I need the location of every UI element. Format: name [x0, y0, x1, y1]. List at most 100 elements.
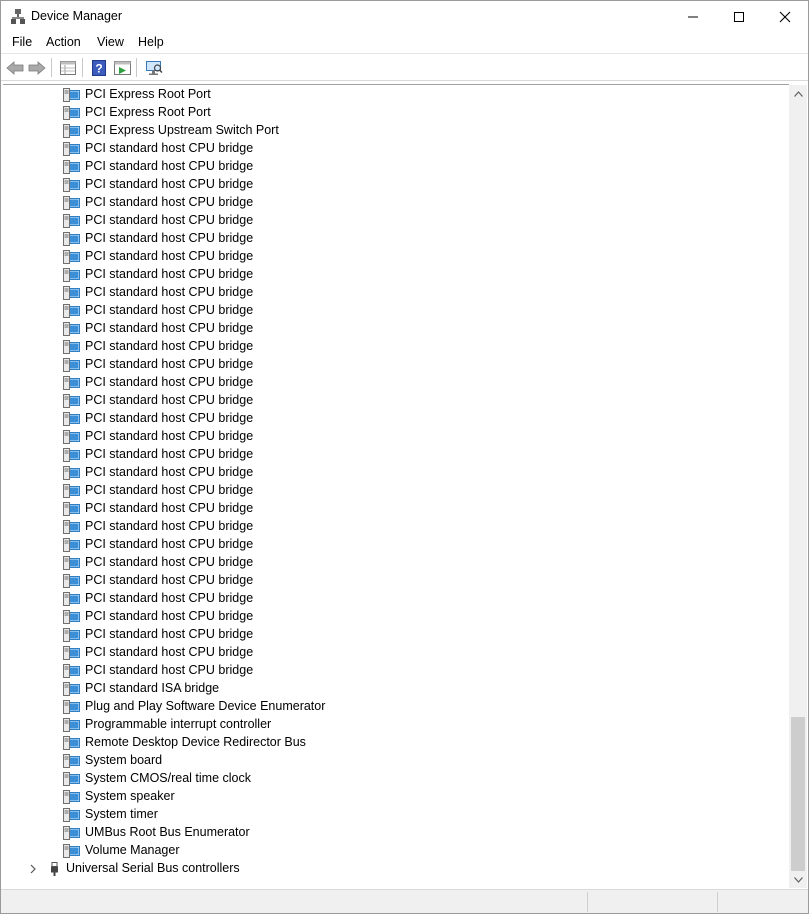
- device-label: PCI standard host CPU bridge: [85, 159, 254, 173]
- device-row[interactable]: PCI standard host CPU bridge: [3, 140, 789, 158]
- device-tree[interactable]: PCI Express Root Port PCI Express Root Po…: [3, 84, 789, 888]
- system-device-icon: [63, 772, 80, 786]
- system-device-icon: [63, 646, 80, 660]
- device-manager-window: Device Manager File Action View Help ? P…: [0, 0, 809, 914]
- device-row[interactable]: PCI standard host CPU bridge: [3, 626, 789, 644]
- device-row[interactable]: Programmable interrupt controller: [3, 716, 789, 734]
- status-bar: [1, 889, 808, 913]
- properties-button[interactable]: [58, 58, 78, 77]
- system-device-icon: [63, 214, 80, 228]
- device-row[interactable]: PCI standard host CPU bridge: [3, 518, 789, 536]
- category-row-usb-controllers[interactable]: Universal Serial Bus controllers: [3, 860, 789, 878]
- system-device-icon: [63, 790, 80, 804]
- chevron-right-icon[interactable]: [28, 863, 38, 875]
- device-label: PCI standard host CPU bridge: [85, 591, 254, 605]
- system-device-icon: [63, 574, 80, 588]
- close-button[interactable]: [762, 1, 808, 32]
- toolbar-separator: [51, 58, 52, 77]
- svg-text:?: ?: [95, 61, 102, 75]
- system-device-icon: [63, 286, 80, 300]
- device-row[interactable]: PCI standard host CPU bridge: [3, 338, 789, 356]
- device-label: PCI standard host CPU bridge: [85, 627, 254, 641]
- device-row[interactable]: System CMOS/real time clock: [3, 770, 789, 788]
- device-label: Volume Manager: [85, 843, 180, 857]
- device-row[interactable]: PCI standard host CPU bridge: [3, 482, 789, 500]
- scan-hardware-button[interactable]: [144, 58, 164, 77]
- system-device-icon: [63, 358, 80, 372]
- maximize-icon: [734, 11, 744, 22]
- device-label: PCI standard host CPU bridge: [85, 429, 254, 443]
- device-row[interactable]: PCI standard host CPU bridge: [3, 446, 789, 464]
- system-device-icon: [63, 484, 80, 498]
- device-row[interactable]: PCI standard host CPU bridge: [3, 644, 789, 662]
- device-row[interactable]: PCI standard ISA bridge: [3, 680, 789, 698]
- properties-grid-icon: [60, 60, 76, 75]
- device-label: System timer: [85, 807, 158, 821]
- device-label: PCI standard host CPU bridge: [85, 393, 254, 407]
- device-row[interactable]: PCI standard host CPU bridge: [3, 284, 789, 302]
- help-button[interactable]: ?: [89, 58, 109, 77]
- device-row[interactable]: PCI standard host CPU bridge: [3, 176, 789, 194]
- device-label: Plug and Play Software Device Enumerator: [85, 699, 326, 713]
- chevron-up-icon: [793, 90, 803, 97]
- device-row[interactable]: PCI standard host CPU bridge: [3, 608, 789, 626]
- system-device-icon: [63, 700, 80, 714]
- device-row[interactable]: PCI standard host CPU bridge: [3, 500, 789, 518]
- device-label: PCI standard host CPU bridge: [85, 249, 254, 263]
- device-row[interactable]: Remote Desktop Device Redirector Bus: [3, 734, 789, 752]
- device-label: PCI standard host CPU bridge: [85, 375, 254, 389]
- device-row[interactable]: PCI standard host CPU bridge: [3, 248, 789, 266]
- back-button[interactable]: [5, 58, 25, 77]
- scroll-down-button[interactable]: [789, 871, 807, 888]
- system-device-icon: [63, 682, 80, 696]
- device-row[interactable]: System speaker: [3, 788, 789, 806]
- device-row[interactable]: UMBus Root Bus Enumerator: [3, 824, 789, 842]
- title-bar[interactable]: Device Manager: [1, 1, 808, 32]
- device-row[interactable]: PCI standard host CPU bridge: [3, 392, 789, 410]
- device-label: PCI standard host CPU bridge: [85, 537, 254, 551]
- minimize-button[interactable]: [670, 1, 716, 32]
- device-row[interactable]: PCI standard host CPU bridge: [3, 158, 789, 176]
- update-driver-button[interactable]: [112, 58, 132, 77]
- scroll-up-button[interactable]: [789, 85, 807, 102]
- device-row[interactable]: PCI Express Upstream Switch Port: [3, 122, 789, 140]
- vertical-scrollbar[interactable]: [789, 85, 807, 888]
- device-label: PCI standard host CPU bridge: [85, 573, 254, 587]
- device-row[interactable]: PCI standard host CPU bridge: [3, 554, 789, 572]
- device-row[interactable]: PCI standard host CPU bridge: [3, 572, 789, 590]
- device-row[interactable]: PCI standard host CPU bridge: [3, 428, 789, 446]
- device-row[interactable]: PCI standard host CPU bridge: [3, 266, 789, 284]
- device-row[interactable]: PCI standard host CPU bridge: [3, 320, 789, 338]
- device-row[interactable]: Plug and Play Software Device Enumerator: [3, 698, 789, 716]
- scroll-thumb[interactable]: [791, 717, 805, 871]
- device-label: PCI standard host CPU bridge: [85, 609, 254, 623]
- system-device-icon: [63, 250, 80, 264]
- device-row[interactable]: PCI standard host CPU bridge: [3, 356, 789, 374]
- menu-view[interactable]: View: [95, 35, 126, 49]
- device-label: PCI Express Upstream Switch Port: [85, 123, 279, 137]
- forward-arrow-icon: [28, 60, 46, 75]
- device-row[interactable]: PCI standard host CPU bridge: [3, 194, 789, 212]
- maximize-button[interactable]: [716, 1, 762, 32]
- device-row[interactable]: PCI standard host CPU bridge: [3, 212, 789, 230]
- forward-button[interactable]: [27, 58, 47, 77]
- device-row[interactable]: PCI standard host CPU bridge: [3, 302, 789, 320]
- device-row[interactable]: System board: [3, 752, 789, 770]
- device-row[interactable]: PCI standard host CPU bridge: [3, 230, 789, 248]
- menu-file[interactable]: File: [10, 35, 34, 49]
- device-row[interactable]: Volume Manager: [3, 842, 789, 860]
- device-row[interactable]: PCI standard host CPU bridge: [3, 536, 789, 554]
- menu-action[interactable]: Action: [44, 35, 83, 49]
- status-pane: [587, 892, 717, 912]
- device-row[interactable]: PCI standard host CPU bridge: [3, 410, 789, 428]
- device-row[interactable]: PCI standard host CPU bridge: [3, 374, 789, 392]
- device-row[interactable]: PCI Express Root Port: [3, 86, 789, 104]
- device-row[interactable]: PCI standard host CPU bridge: [3, 464, 789, 482]
- device-label: Programmable interrupt controller: [85, 717, 272, 731]
- device-row[interactable]: PCI standard host CPU bridge: [3, 590, 789, 608]
- menu-help[interactable]: Help: [136, 35, 166, 49]
- device-row[interactable]: System timer: [3, 806, 789, 824]
- device-row[interactable]: PCI standard host CPU bridge: [3, 662, 789, 680]
- device-label: PCI standard host CPU bridge: [85, 267, 254, 281]
- device-row[interactable]: PCI Express Root Port: [3, 104, 789, 122]
